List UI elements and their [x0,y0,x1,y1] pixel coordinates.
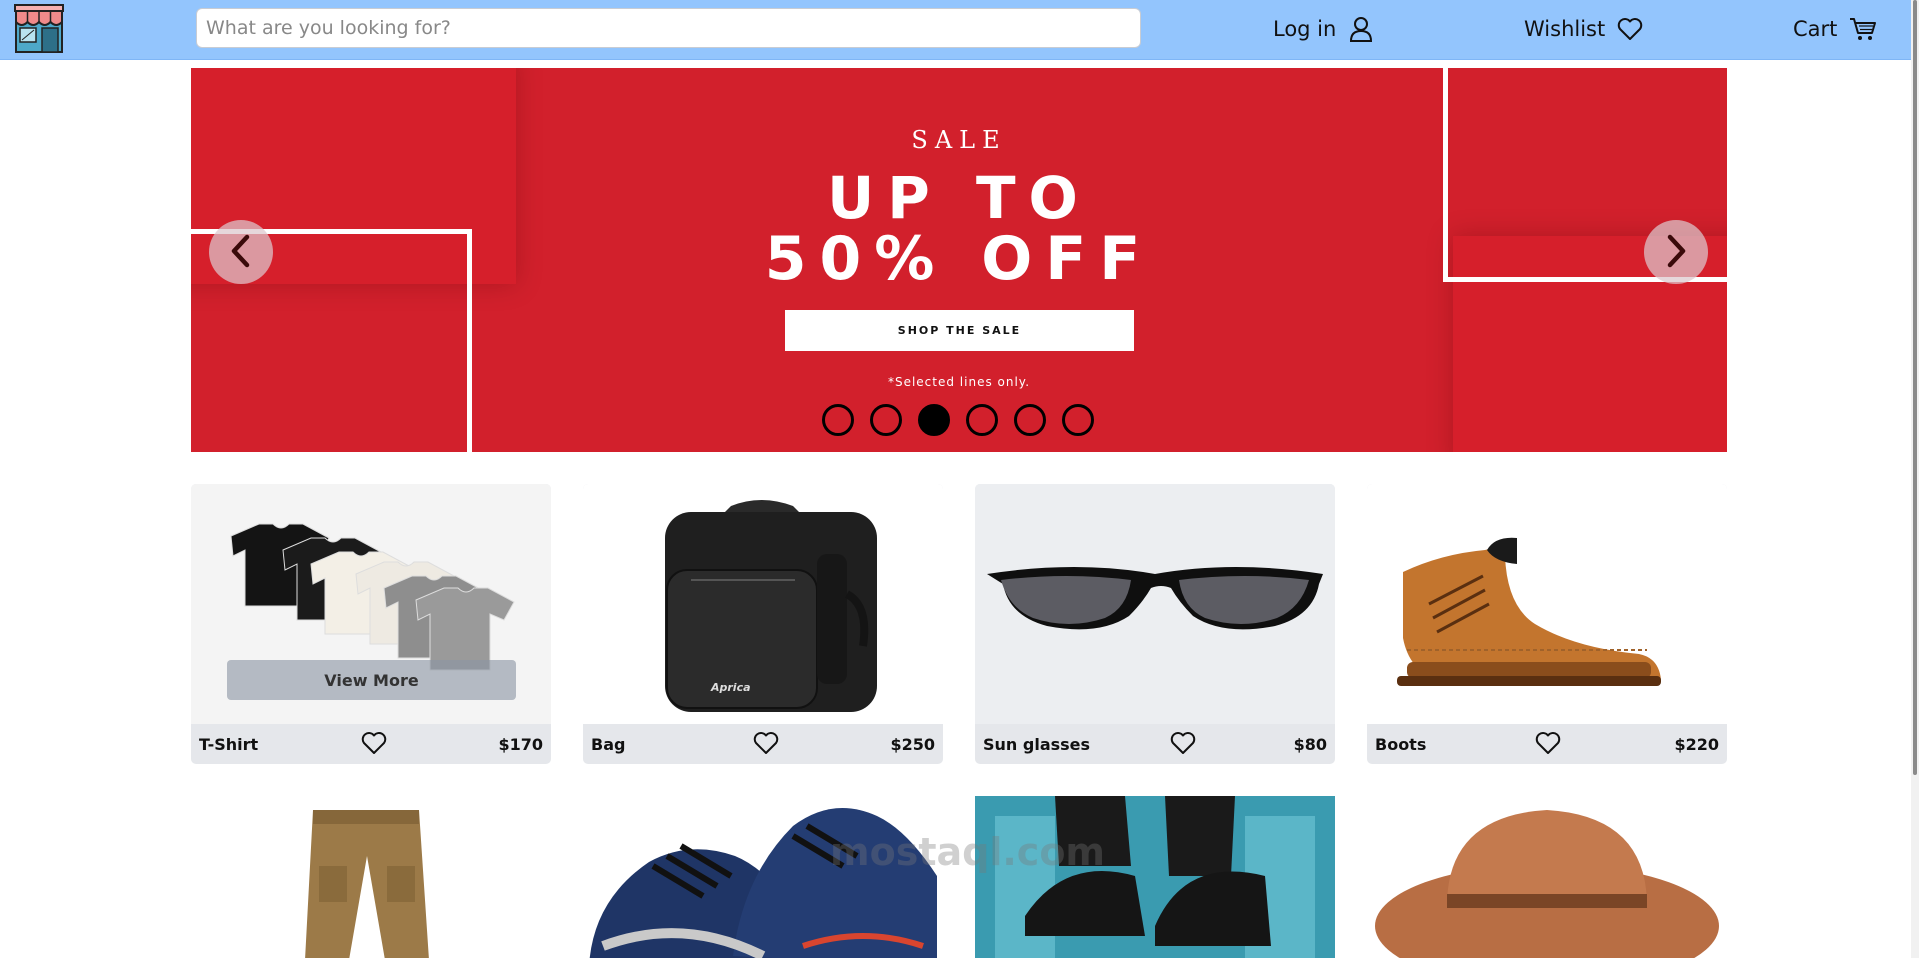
store-logo-icon[interactable] [14,4,64,54]
product-info: Sun glasses [975,724,1335,764]
heart-icon[interactable] [1535,731,1561,759]
product-image-black-sneakers[interactable] [975,796,1335,958]
product-price: $80 [1293,734,1327,754]
shop-the-sale-button[interactable]: SHOP THE SALE [785,310,1134,351]
carousel-dot[interactable] [870,404,902,436]
product-price: $220 [1674,734,1719,754]
scrollbar-thumb[interactable] [1913,0,1917,775]
carousel-dot-active[interactable] [918,404,950,436]
product-image-fedora-hat[interactable] [1367,796,1727,958]
heart-icon[interactable] [753,731,779,759]
product-card[interactable]: Sun glasses $80 [975,484,1335,764]
product-image-boots[interactable] [1367,484,1727,724]
carousel-dot[interactable] [966,404,998,436]
hero-headline-1: UP TO [827,164,1091,232]
product-name: Sun glasses [983,734,1091,754]
carousel-dot[interactable] [1014,404,1046,436]
hero-headline-2: 50% OFF [764,224,1154,294]
cart-icon [1849,16,1877,42]
heart-icon [1617,17,1643,41]
login-link[interactable]: Log in [1273,14,1374,44]
search-input[interactable] [196,8,1141,48]
heart-icon[interactable] [361,731,387,759]
svg-text:Aprica: Aprica [710,681,751,694]
wishlist-label: Wishlist [1524,17,1606,41]
login-label: Log in [1273,17,1337,41]
product-card[interactable]: Aprica Bag $250 [583,484,943,764]
user-icon [1348,16,1374,42]
product-card[interactable]: View More T-Shirt $170 [191,484,551,764]
carousel-next-button[interactable] [1644,220,1708,284]
heart-icon[interactable] [1170,731,1196,759]
top-navbar: Log in Wishlist Cart [0,0,1919,60]
chevron-left-icon [228,233,254,272]
chevron-right-icon [1663,233,1689,272]
product-price: $250 [890,734,935,754]
product-image-cargo-pants[interactable] [191,796,551,958]
product-name: Boots [1375,734,1427,754]
carousel-dot[interactable] [822,404,854,436]
carousel-prev-button[interactable] [209,220,273,284]
product-image-bag[interactable]: Aprica [583,484,943,724]
page: Log in Wishlist Cart SALE UP TO 50% OFF … [0,0,1919,958]
product-card[interactable]: Boots $220 [1367,484,1727,764]
product-name: T-Shirt [199,734,259,754]
product-image-running-sneakers[interactable] [583,796,943,958]
product-image-tshirt[interactable]: View More [191,484,551,724]
wishlist-link[interactable]: Wishlist [1524,14,1643,44]
hero-note: *Selected lines only. [887,375,1031,389]
hero-carousel: SALE UP TO 50% OFF SHOP THE SALE *Select… [191,68,1727,452]
carousel-dot[interactable] [1062,404,1094,436]
hero-eyebrow: SALE [911,126,1007,154]
product-name: Bag [591,734,626,754]
product-image-sunglasses[interactable] [975,484,1335,724]
cart-label: Cart [1793,17,1838,41]
view-more-button[interactable]: View More [227,660,516,700]
product-price: $170 [498,734,543,754]
cart-link[interactable]: Cart [1793,14,1877,44]
carousel-dots [822,404,1094,436]
